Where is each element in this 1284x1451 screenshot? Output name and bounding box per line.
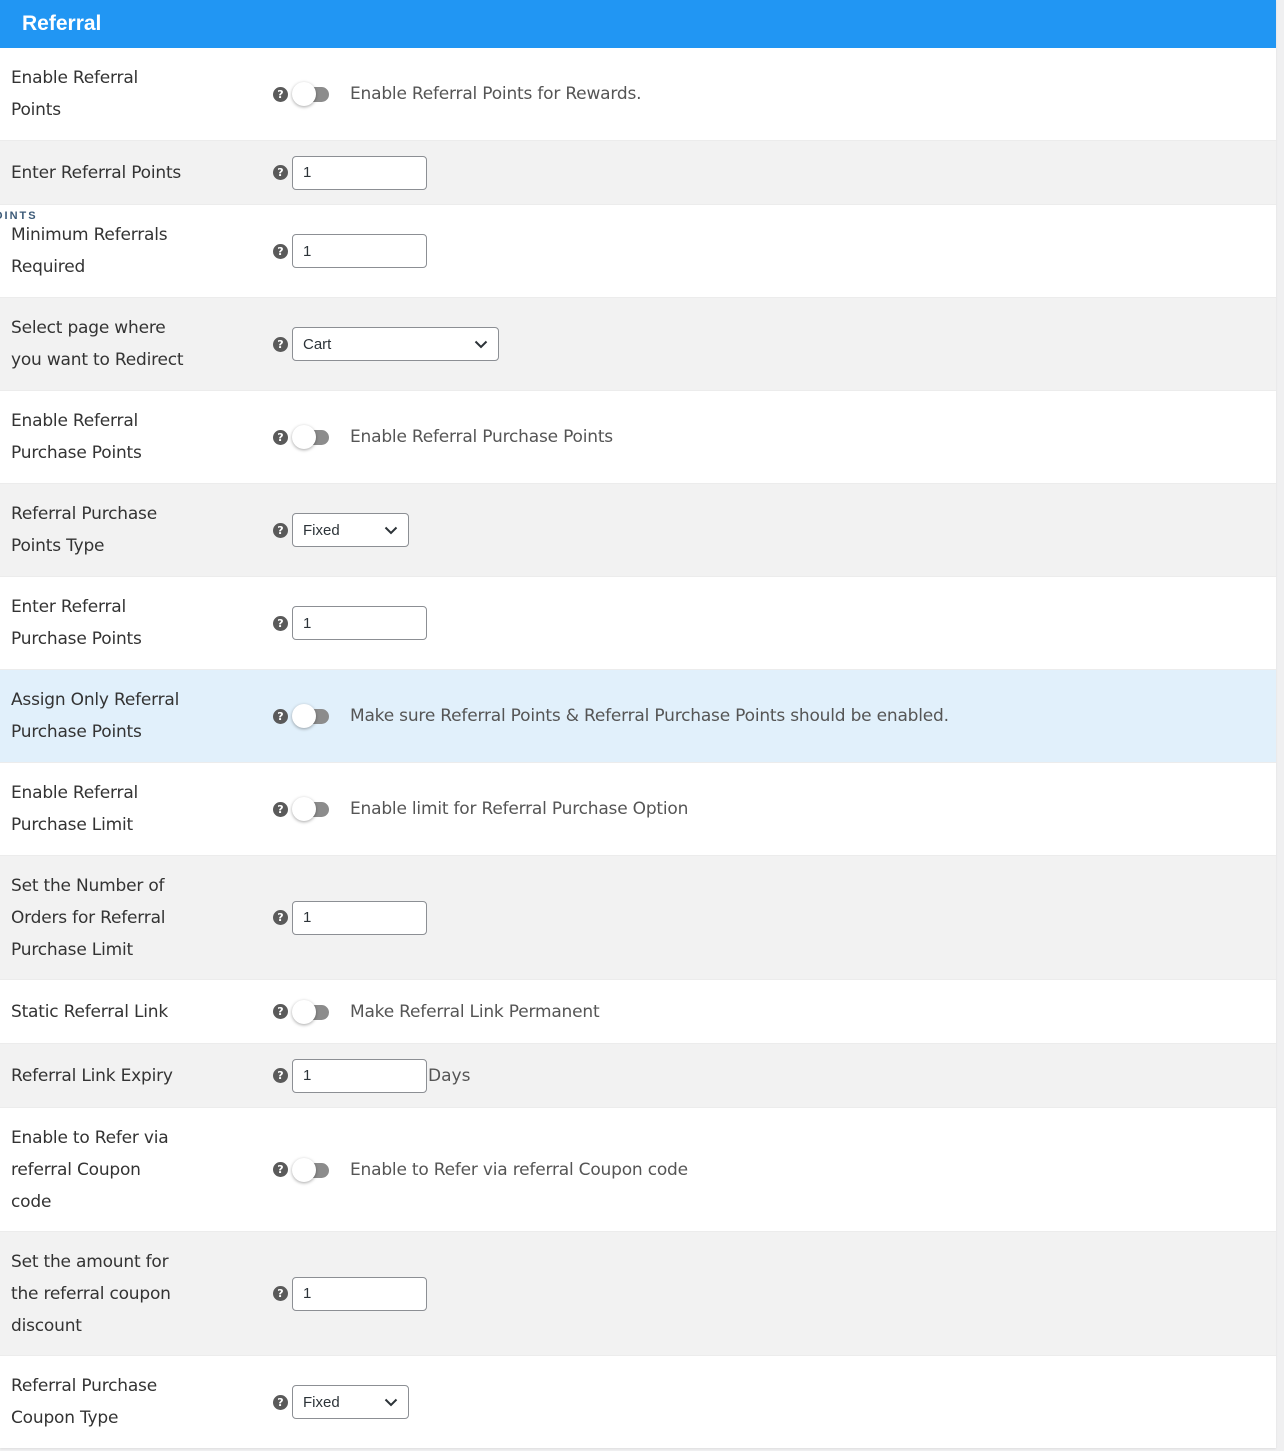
clipped-menu-text: OINTS xyxy=(0,210,38,222)
setting-label: Enable Referral Purchase Points xyxy=(11,411,142,463)
help-icon[interactable]: ? xyxy=(273,243,288,259)
setting-label: Enable to Refer via referral Coupon code xyxy=(11,1127,169,1212)
setting-row-minimum-referrals: Minimum Referrals Required ? xyxy=(0,205,1276,298)
setting-label: Referral Link Expiry xyxy=(11,1065,173,1086)
section-header: Referral xyxy=(0,0,1276,48)
setting-description: Enable limit for Referral Purchase Optio… xyxy=(350,799,689,819)
help-icon[interactable]: ? xyxy=(273,1004,288,1019)
coupon-discount-amount-input[interactable] xyxy=(292,1276,427,1311)
enable-referral-purchase-limit-toggle[interactable] xyxy=(291,796,331,822)
setting-row-enter-purchase-points: Enter Referral Purchase Points ? xyxy=(0,577,1276,670)
setting-row-purchase-coupon-type: Referral Purchase Coupon Type ? Fixed xyxy=(0,1356,1276,1448)
help-icon[interactable]: ? xyxy=(273,429,288,445)
setting-row-assign-only-purchase-points: Assign Only Referral Purchase Points ? M… xyxy=(0,670,1276,763)
select-value: Cart xyxy=(303,335,332,353)
help-icon[interactable]: ? xyxy=(273,86,288,102)
setting-row-refer-via-coupon: Enable to Refer via referral Coupon code… xyxy=(0,1108,1276,1232)
expiry-unit-label: Days xyxy=(428,1065,471,1086)
orders-purchase-limit-input[interactable] xyxy=(292,900,427,935)
setting-row-enter-referral-points: Enter Referral Points ? xyxy=(0,141,1276,205)
static-referral-link-toggle[interactable] xyxy=(291,999,331,1025)
chevron-down-icon xyxy=(384,526,398,534)
chevron-down-icon xyxy=(384,1398,398,1406)
help-icon[interactable]: ? xyxy=(273,522,288,538)
setting-label: Minimum Referrals Required xyxy=(11,225,168,277)
help-icon[interactable]: ? xyxy=(273,615,288,631)
minimum-referrals-input[interactable] xyxy=(292,234,427,268)
setting-label: Referral Purchase Coupon Type xyxy=(11,1376,157,1428)
setting-row-enable-purchase-points: Enable Referral Purchase Points ? Enable… xyxy=(0,391,1276,484)
setting-row-static-referral-link: Static Referral Link ? Make Referral Lin… xyxy=(0,980,1276,1044)
help-icon[interactable]: ? xyxy=(273,910,288,925)
setting-row-coupon-discount-amount: Set the amount for the referral coupon d… xyxy=(0,1232,1276,1356)
help-icon[interactable]: ? xyxy=(273,1286,288,1301)
setting-label: Set the amount for the referral coupon d… xyxy=(11,1251,171,1336)
chevron-down-icon xyxy=(474,340,488,348)
help-icon[interactable]: ? xyxy=(273,1162,288,1177)
setting-row-redirect-page: Select page where you want to Redirect ?… xyxy=(0,298,1276,391)
setting-row-orders-purchase-limit: Set the Number of Orders for Referral Pu… xyxy=(0,856,1276,980)
enable-referral-points-toggle[interactable] xyxy=(291,81,331,107)
setting-row-purchase-points-type: Referral Purchase Points Type ? Fixed xyxy=(0,484,1276,577)
setting-description: Make Referral Link Permanent xyxy=(350,1001,600,1022)
setting-label: Referral Purchase Points Type xyxy=(11,504,157,556)
enable-referral-purchase-points-toggle[interactable] xyxy=(291,424,331,450)
setting-row-enable-purchase-limit: Enable Referral Purchase Limit ? Enable … xyxy=(0,763,1276,856)
setting-description: Enable Referral Purchase Points xyxy=(350,427,613,447)
setting-row-referral-link-expiry: Referral Link Expiry ? Days xyxy=(0,1044,1276,1108)
purchase-coupon-type-select[interactable]: Fixed xyxy=(292,1385,409,1419)
assign-only-referral-purchase-points-toggle[interactable] xyxy=(291,703,331,729)
setting-label: Enable Referral Points xyxy=(11,68,139,120)
referral-link-expiry-input[interactable] xyxy=(292,1058,427,1093)
setting-label: Enter Referral Purchase Points xyxy=(11,597,142,649)
referral-settings-panel: Referral Enable Referral Points ? Enable… xyxy=(0,0,1276,1448)
select-value: Fixed xyxy=(303,1393,340,1411)
setting-description: Enable Referral Points for Rewards. xyxy=(350,84,642,104)
redirect-page-select[interactable]: Cart xyxy=(292,327,499,361)
help-icon[interactable]: ? xyxy=(273,1068,288,1083)
section-title: Referral xyxy=(22,12,102,35)
referral-purchase-points-input[interactable] xyxy=(292,606,427,640)
setting-label: Assign Only Referral Purchase Points xyxy=(11,690,180,742)
setting-label: Enable Referral Purchase Limit xyxy=(11,783,139,835)
help-icon[interactable]: ? xyxy=(273,801,288,817)
setting-label: Static Referral Link xyxy=(11,1001,169,1022)
help-icon[interactable]: ? xyxy=(273,336,288,352)
help-icon[interactable]: ? xyxy=(273,708,288,724)
purchase-points-type-select[interactable]: Fixed xyxy=(292,513,409,547)
setting-row-enable-referral-points: Enable Referral Points ? Enable Referral… xyxy=(0,48,1276,141)
help-icon[interactable]: ? xyxy=(273,165,288,180)
refer-via-coupon-toggle[interactable] xyxy=(291,1157,331,1183)
setting-label: Set the Number of Orders for Referral Pu… xyxy=(11,875,166,960)
select-value: Fixed xyxy=(303,521,340,539)
help-icon[interactable]: ? xyxy=(273,1394,288,1410)
setting-label: Enter Referral Points xyxy=(11,162,182,183)
setting-label: Select page where you want to Redirect xyxy=(11,318,184,370)
setting-description: Enable to Refer via referral Coupon code xyxy=(350,1159,688,1180)
setting-description: Make sure Referral Points & Referral Pur… xyxy=(350,706,949,726)
referral-points-input[interactable] xyxy=(292,155,427,190)
